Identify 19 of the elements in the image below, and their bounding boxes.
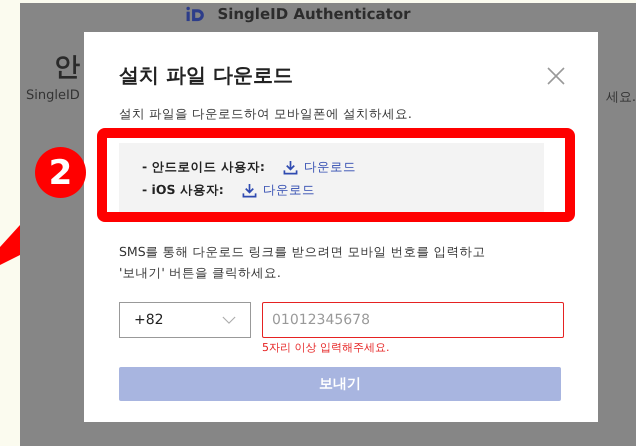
chevron-down-icon — [222, 316, 236, 324]
page-heading: 안 — [54, 51, 81, 84]
app-title: SingleID Authenticator — [217, 5, 411, 23]
error-message: 5자리 이상 입력해주세요. — [262, 340, 390, 355]
arrow-icon — [0, 225, 20, 265]
platform-label: - 안드로이드 사용자: — [142, 159, 265, 176]
download-link[interactable]: 다운로드 — [242, 182, 315, 199]
sms-instruction: SMS를 통해 다운로드 링크를 받으려면 모바일 번호를 입력하고 '보내기' 버튼을 클릭하세요. — [119, 243, 486, 282]
download-link[interactable]: 다운로드 — [282, 159, 356, 176]
download-icon — [242, 183, 257, 198]
page-text: 세요. — [606, 89, 636, 106]
platform-label: - iOS 사용자: — [142, 182, 224, 199]
dialog-description: 설치 파일을 다운로드하여 모바일폰에 설치하세요. — [119, 106, 413, 123]
phone-number-field[interactable]: 01012345678 — [262, 302, 564, 338]
download-icon — [282, 160, 298, 175]
country-code-dropdown[interactable]: +82 — [119, 302, 251, 338]
close-icon[interactable] — [546, 66, 566, 86]
dialog-title: 설치 파일 다운로드 — [119, 62, 293, 89]
page-text: SingleID — [26, 88, 80, 105]
